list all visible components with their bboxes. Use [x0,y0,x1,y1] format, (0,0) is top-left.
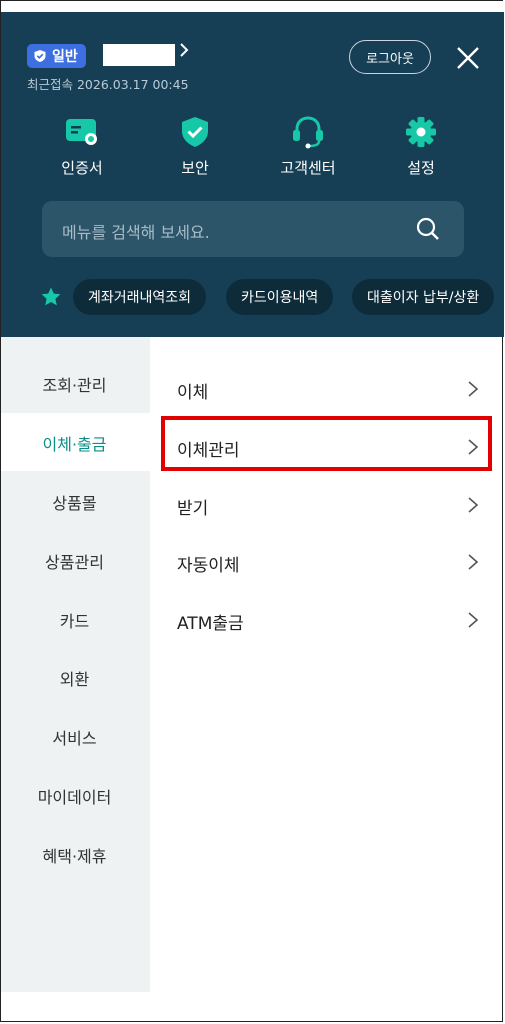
favorite-chip[interactable]: 카드이용내역 [226,279,334,315]
sidebar-item-foreign-exchange[interactable]: 외환 [0,666,149,690]
sidebar-item-benefits[interactable]: 혜택·제휴 [0,843,149,867]
menu-search-input[interactable]: 메뉴를 검색해 보세요. [42,201,464,257]
quick-certificate[interactable]: 인증서 [32,115,132,178]
sidebar-item-product-manage[interactable]: 상품관리 [0,549,149,573]
quick-certificate-label: 인증서 [61,159,103,177]
submenu-item-label: 받기 [177,499,209,519]
sidebar-item-transfer[interactable]: 이체·출금 [0,431,149,455]
favorite-chip[interactable]: 계좌거래내역조회 [73,279,207,315]
submenu-item-label: ATM출금 [177,614,244,634]
badge-shield-icon [34,50,46,62]
quick-security[interactable]: 보안 [145,115,245,178]
shield-icon [182,117,208,147]
quick-security-label: 보안 [181,159,209,177]
chevron-right-icon[interactable] [179,42,189,63]
chevron-right-icon [468,612,479,628]
grade-badge-label: 일반 [52,49,78,65]
quick-settings[interactable]: 설정 [371,115,471,178]
grade-badge: 일반 [27,44,86,68]
sidebar-item-service[interactable]: 서비스 [0,725,149,749]
logout-button[interactable]: 로그아웃 [349,40,431,74]
gear-icon [406,117,436,147]
star-icon [41,287,61,306]
status-strip [1,1,504,12]
chevron-right-icon [468,554,479,570]
sidebar-item-mydata[interactable]: 마이데이터 [0,784,149,808]
quick-settings-label: 설정 [407,159,435,177]
quick-customer-center-label: 고객센터 [280,159,336,177]
submenu-item-label: 이체 [177,383,209,403]
search-placeholder: 메뉴를 검색해 보세요. [62,223,210,242]
highlight-annotation-box [161,416,492,471]
submenu-item-auto-transfer[interactable]: 자동이체 [177,547,487,577]
submenu-item-transfer[interactable]: 이체 [177,374,487,404]
sidebar-item-card[interactable]: 카드 [0,608,149,632]
quick-customer-center[interactable]: 고객센터 [258,115,358,178]
masked-user-name[interactable] [103,44,175,66]
sidebar-item-product-mall[interactable]: 상품몰 [0,490,149,514]
submenu-item-atm-withdrawal[interactable]: ATM출금 [177,605,487,635]
submenu-item-label: 자동이체 [177,556,240,576]
close-icon[interactable] [455,45,481,71]
last-login-text: 최근접속 2026.03.17 00:45 [27,77,189,92]
chevron-right-icon [468,497,479,513]
chevron-right-icon [468,381,479,397]
certificate-icon [66,119,97,145]
submenu-item-receive[interactable]: 받기 [177,490,487,520]
headset-icon [293,116,323,149]
favorite-chip[interactable]: 대출이자 납부/상환 [352,279,495,315]
search-icon[interactable] [415,216,441,242]
sidebar-item-inquiry[interactable]: 조회·관리 [0,372,149,396]
